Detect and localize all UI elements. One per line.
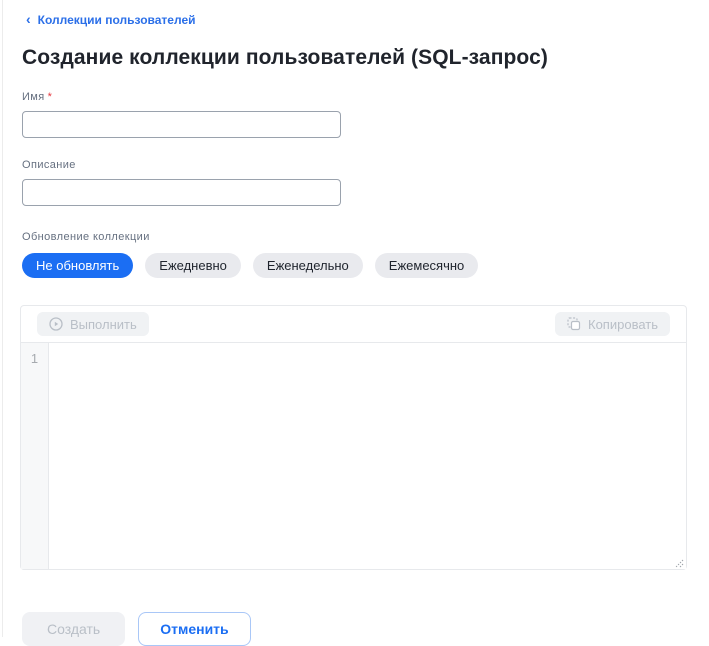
run-query-label: Выполнить [70,316,137,332]
sql-editor-body: 1 [21,343,686,569]
refresh-schedule-label: Обновление коллекции [22,231,150,243]
sql-code-input[interactable] [49,343,686,569]
sql-editor-panel: Выполнить Копировать 1 [20,305,687,570]
form-footer: Создать Отменить [22,612,687,646]
sql-editor-toolbar: Выполнить Копировать [21,306,686,343]
refresh-option-no-update[interactable]: Не обновлять [22,253,134,278]
refresh-option-monthly[interactable]: Ежемесячно [374,253,479,278]
refresh-schedule-options: Не обновлять Ежедневно Еженедельно Ежеме… [22,253,687,278]
refresh-option-daily[interactable]: Ежедневно [145,253,241,278]
line-number-gutter: 1 [21,343,49,569]
create-button[interactable]: Создать [22,612,126,646]
description-input[interactable] [22,179,341,206]
name-input[interactable] [22,111,341,138]
copy-query-label: Копировать [588,316,658,332]
required-asterisk: * [47,91,53,103]
line-number: 1 [30,351,39,366]
description-label: Описание [22,159,76,171]
chevron-left-icon: ‹ [26,11,31,27]
cancel-button[interactable]: Отменить [138,612,251,646]
resize-grip-icon[interactable] [672,555,684,568]
copy-icon [567,317,581,331]
copy-query-button[interactable]: Копировать [555,312,670,336]
description-field-group: Описание [22,159,687,206]
create-user-collection-page: ‹ Коллекции пользователей Создание колле… [0,0,709,646]
page-title: Создание коллекции пользователей (SQL-за… [22,46,548,69]
run-query-button[interactable]: Выполнить [37,312,149,336]
breadcrumb-label: Коллекции пользователей [37,13,196,27]
refresh-option-weekly[interactable]: Еженедельно [252,253,363,278]
page-left-edge-line [2,0,3,637]
name-field-group: Имя * [22,91,687,138]
play-circle-icon [49,317,63,331]
name-label: Имя * [22,91,53,103]
breadcrumb[interactable]: ‹ Коллекции пользователей [26,11,196,27]
